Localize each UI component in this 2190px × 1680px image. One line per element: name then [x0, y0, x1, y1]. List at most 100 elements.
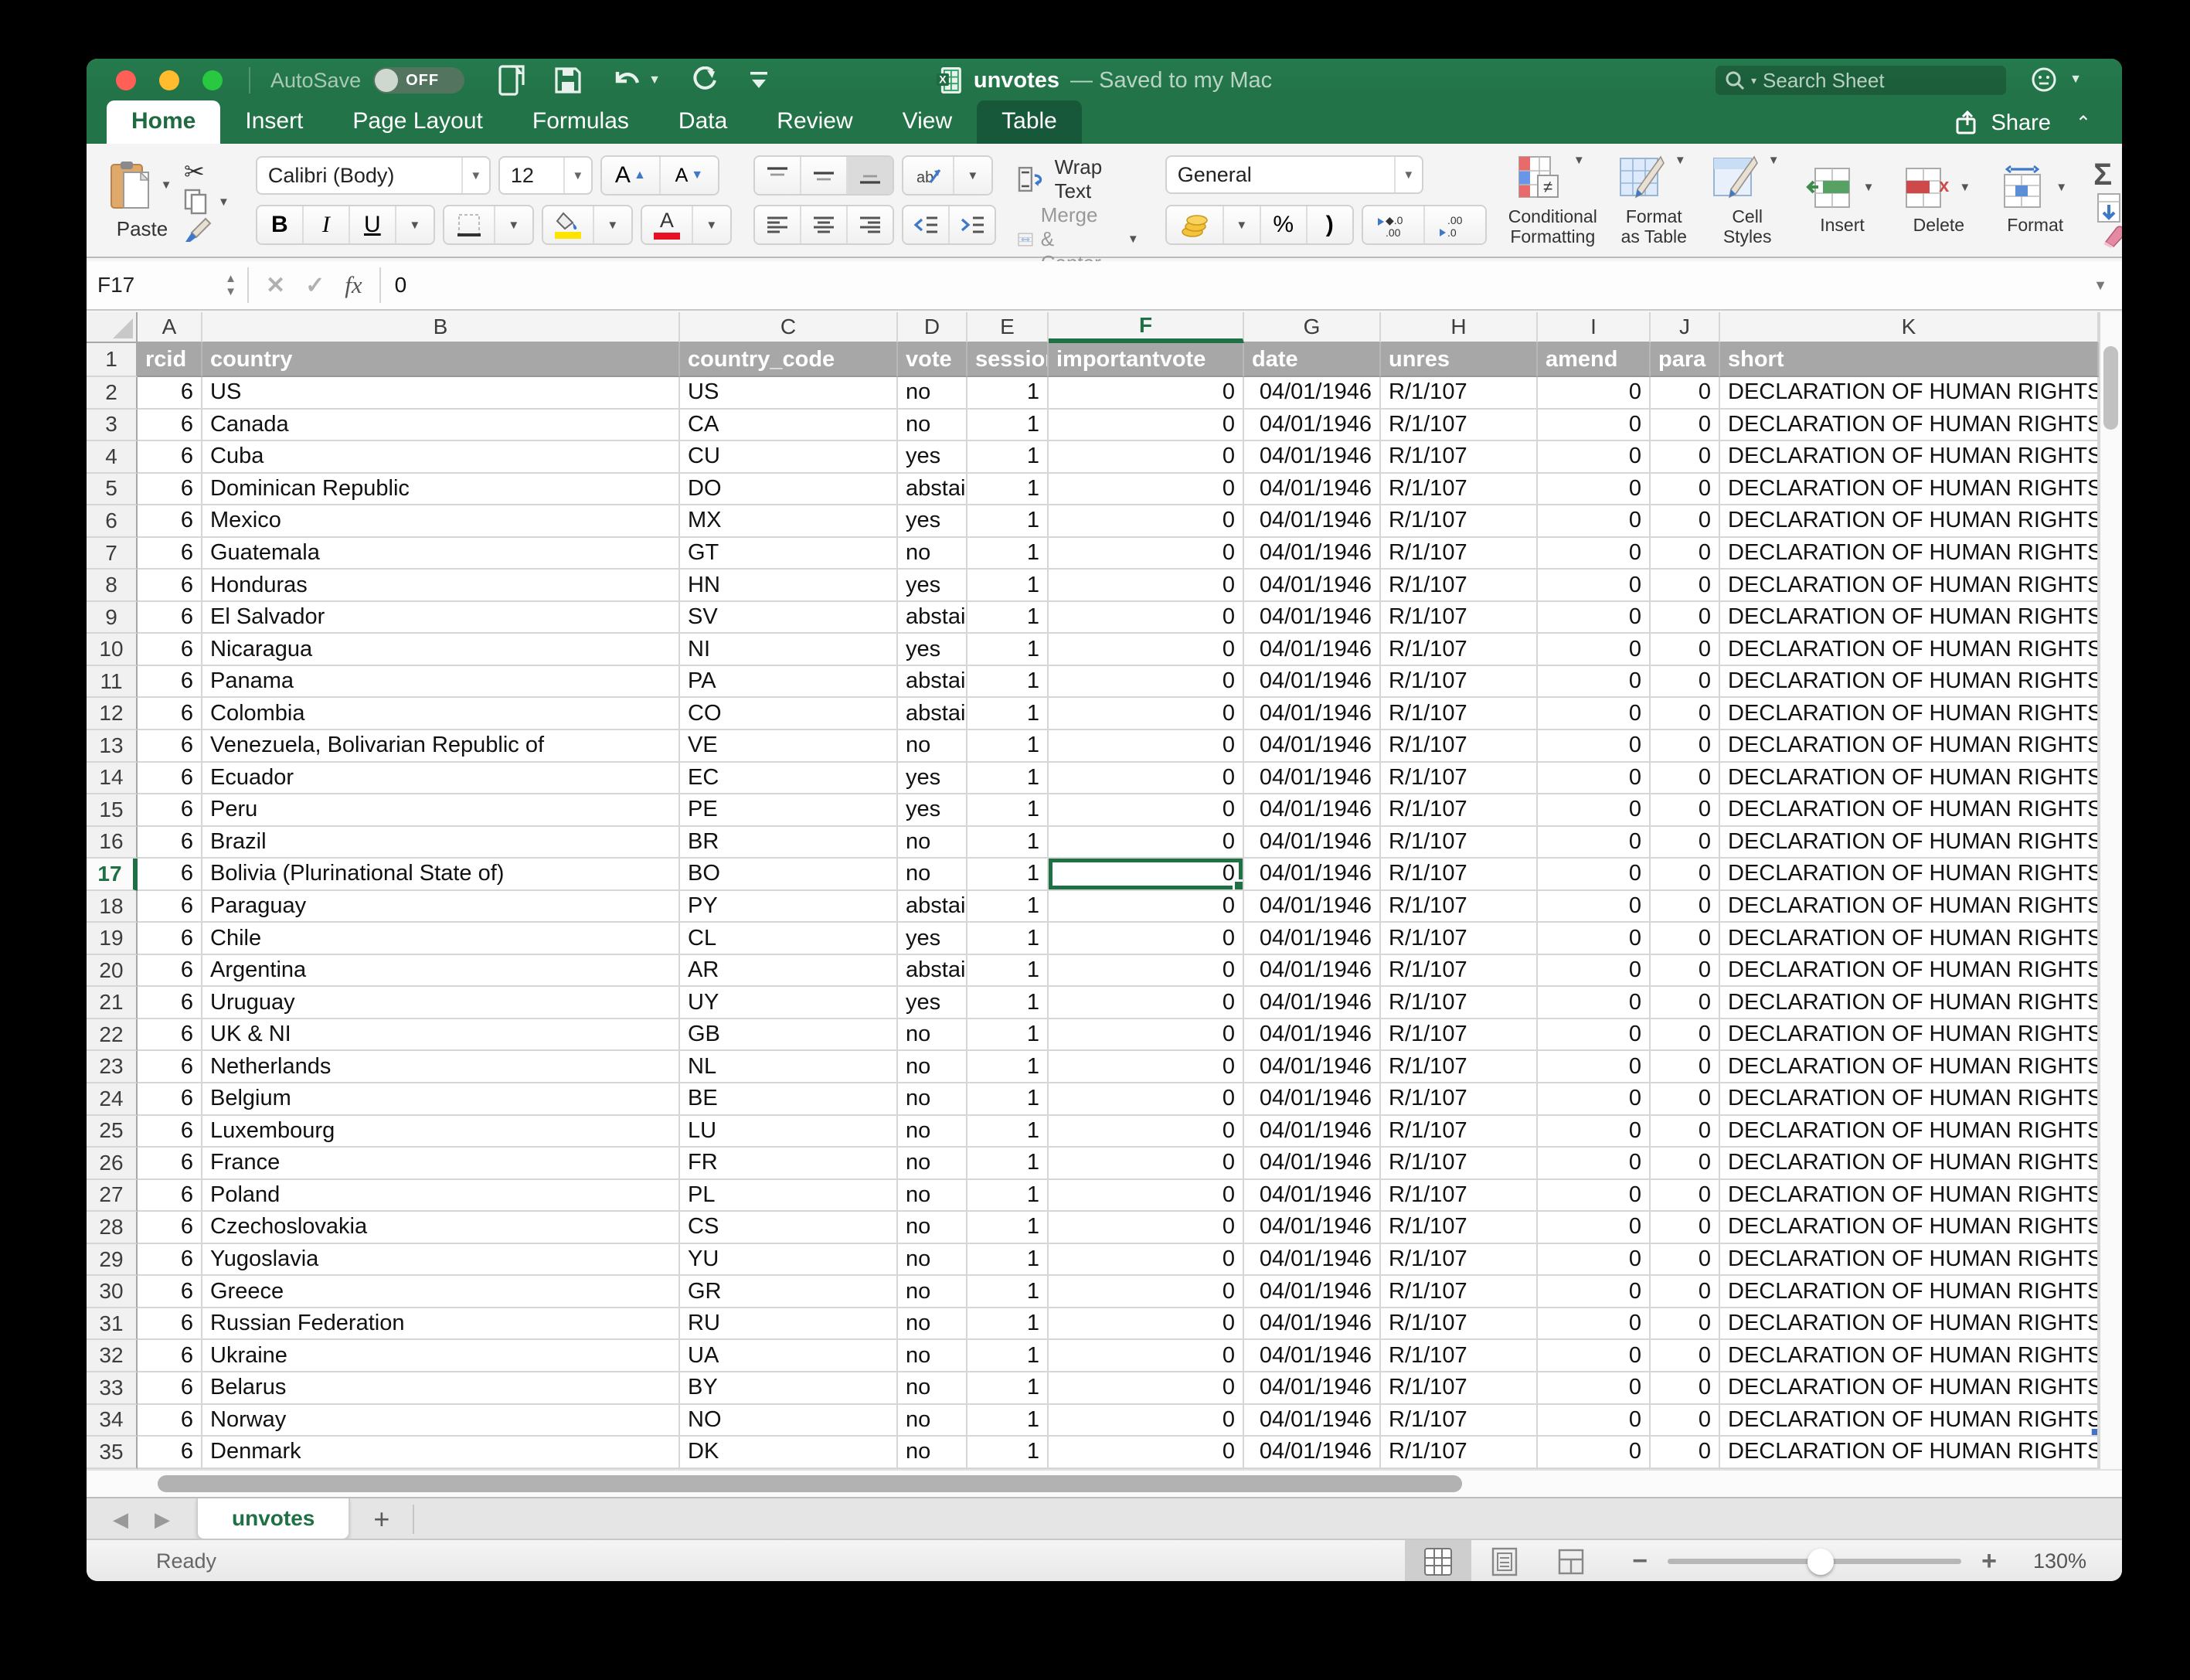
cell-I25[interactable]: 0: [1538, 1116, 1651, 1148]
cell-D17[interactable]: no: [898, 859, 967, 891]
cell-K4[interactable]: DECLARATION OF HUMAN RIGHTS: [1720, 441, 2099, 474]
cut-button[interactable]: ✂: [184, 157, 234, 186]
cell-I7[interactable]: 0: [1538, 538, 1651, 570]
cell-F35[interactable]: 0: [1049, 1437, 1244, 1469]
cell-G31[interactable]: 04/01/1946: [1244, 1308, 1381, 1341]
cell-K17[interactable]: DECLARATION OF HUMAN RIGHTS: [1720, 859, 2099, 891]
cell-G9[interactable]: 04/01/1946: [1244, 602, 1381, 634]
cell-F27[interactable]: 0: [1049, 1180, 1244, 1212]
accounting-dropdown-arrow[interactable]: ▼: [1224, 206, 1261, 243]
cell-F26[interactable]: 0: [1049, 1148, 1244, 1180]
format-painter-button[interactable]: [184, 217, 234, 243]
cell-A1[interactable]: rcid: [138, 343, 202, 377]
cell-H34[interactable]: R/1/107: [1381, 1405, 1538, 1437]
cell-H23[interactable]: R/1/107: [1381, 1051, 1538, 1083]
copy-dropdown-arrow[interactable]: ▼: [213, 196, 234, 209]
row-header-28[interactable]: 28: [87, 1212, 138, 1244]
cell-D35[interactable]: no: [898, 1437, 967, 1469]
cell-I5[interactable]: 0: [1538, 474, 1651, 506]
cell-J18[interactable]: 0: [1651, 891, 1720, 923]
cell-B11[interactable]: Panama: [202, 666, 680, 699]
cell-E23[interactable]: 1: [967, 1051, 1049, 1083]
ribbon-tab-view[interactable]: View: [878, 100, 977, 144]
underline-dropdown-arrow[interactable]: ▼: [396, 206, 434, 243]
cell-F14[interactable]: 0: [1049, 763, 1244, 795]
zoom-window-button[interactable]: [202, 70, 223, 90]
cell-D3[interactable]: no: [898, 410, 967, 442]
cell-D22[interactable]: no: [898, 1019, 967, 1052]
merge-center-dropdown-arrow[interactable]: ▼: [1123, 233, 1144, 246]
cell-H5[interactable]: R/1/107: [1381, 474, 1538, 506]
horizontal-scrollbar-thumb[interactable]: [158, 1475, 1462, 1492]
print-button[interactable]: [498, 65, 525, 96]
cell-E7[interactable]: 1: [967, 538, 1049, 570]
underline-button[interactable]: U: [350, 206, 396, 243]
cell-C29[interactable]: YU: [680, 1244, 898, 1277]
cell-D16[interactable]: no: [898, 827, 967, 859]
cell-D8[interactable]: yes: [898, 570, 967, 602]
cell-D32[interactable]: no: [898, 1340, 967, 1372]
cell-J4[interactable]: 0: [1651, 441, 1720, 474]
cell-B17[interactable]: Bolivia (Plurinational State of): [202, 859, 680, 891]
cell-J15[interactable]: 0: [1651, 794, 1720, 827]
cell-H19[interactable]: R/1/107: [1381, 923, 1538, 955]
cell-H30[interactable]: R/1/107: [1381, 1276, 1538, 1308]
borders-button[interactable]: [444, 206, 495, 243]
share-button[interactable]: Share: [1991, 111, 2051, 136]
cell-G5[interactable]: 04/01/1946: [1244, 474, 1381, 506]
align-center-button[interactable]: [801, 206, 848, 243]
cell-J14[interactable]: 0: [1651, 763, 1720, 795]
row-header-16[interactable]: 16: [87, 827, 138, 859]
cell-B19[interactable]: Chile: [202, 923, 680, 955]
cell-C22[interactable]: GB: [680, 1019, 898, 1052]
cell-B24[interactable]: Belgium: [202, 1083, 680, 1116]
row-header-26[interactable]: 26: [87, 1148, 138, 1180]
cell-E8[interactable]: 1: [967, 570, 1049, 602]
cell-E6[interactable]: 1: [967, 505, 1049, 538]
cell-A18[interactable]: 6: [138, 891, 202, 923]
row-header-4[interactable]: 4: [87, 441, 138, 474]
cell-D18[interactable]: abstain: [898, 891, 967, 923]
row-header-18[interactable]: 18: [87, 891, 138, 923]
cell-E26[interactable]: 1: [967, 1148, 1049, 1180]
cell-B18[interactable]: Paraguay: [202, 891, 680, 923]
column-header-E[interactable]: E: [967, 312, 1049, 343]
undo-dropdown-arrow[interactable]: ▼: [648, 73, 661, 87]
cell-A3[interactable]: 6: [138, 410, 202, 442]
zoom-slider[interactable]: [1668, 1559, 1961, 1564]
cell-H16[interactable]: R/1/107: [1381, 827, 1538, 859]
cell-E21[interactable]: 1: [967, 987, 1049, 1019]
cell-E35[interactable]: 1: [967, 1437, 1049, 1469]
orientation-dropdown-arrow[interactable]: ▼: [954, 157, 991, 194]
cell-styles-button[interactable]: ▼ CellStyles: [1711, 154, 1784, 247]
cell-B33[interactable]: Belarus: [202, 1372, 680, 1405]
cell-A29[interactable]: 6: [138, 1244, 202, 1277]
next-sheet-button[interactable]: ▶: [155, 1508, 170, 1532]
cell-F19[interactable]: 0: [1049, 923, 1244, 955]
column-header-K[interactable]: K: [1720, 312, 2099, 343]
cell-G23[interactable]: 04/01/1946: [1244, 1051, 1381, 1083]
cell-C17[interactable]: BO: [680, 859, 898, 891]
cell-F9[interactable]: 0: [1049, 602, 1244, 634]
cell-I23[interactable]: 0: [1538, 1051, 1651, 1083]
cell-H29[interactable]: R/1/107: [1381, 1244, 1538, 1277]
cell-C6[interactable]: MX: [680, 505, 898, 538]
fill-color-button[interactable]: [543, 206, 594, 243]
italic-button[interactable]: I: [304, 206, 350, 243]
cell-D25[interactable]: no: [898, 1116, 967, 1148]
cell-J20[interactable]: 0: [1651, 955, 1720, 988]
cell-F5[interactable]: 0: [1049, 474, 1244, 506]
cell-B29[interactable]: Yugoslavia: [202, 1244, 680, 1277]
row-header-24[interactable]: 24: [87, 1083, 138, 1116]
cell-A19[interactable]: 6: [138, 923, 202, 955]
column-header-D[interactable]: D: [898, 312, 967, 343]
cell-E28[interactable]: 1: [967, 1212, 1049, 1244]
cell-A23[interactable]: 6: [138, 1051, 202, 1083]
cell-C2[interactable]: US: [680, 377, 898, 410]
cell-J11[interactable]: 0: [1651, 666, 1720, 699]
cell-H27[interactable]: R/1/107: [1381, 1180, 1538, 1212]
cell-F7[interactable]: 0: [1049, 538, 1244, 570]
cell-K33[interactable]: DECLARATION OF HUMAN RIGHTS: [1720, 1372, 2099, 1405]
cell-H26[interactable]: R/1/107: [1381, 1148, 1538, 1180]
select-all-corner[interactable]: [87, 312, 138, 343]
